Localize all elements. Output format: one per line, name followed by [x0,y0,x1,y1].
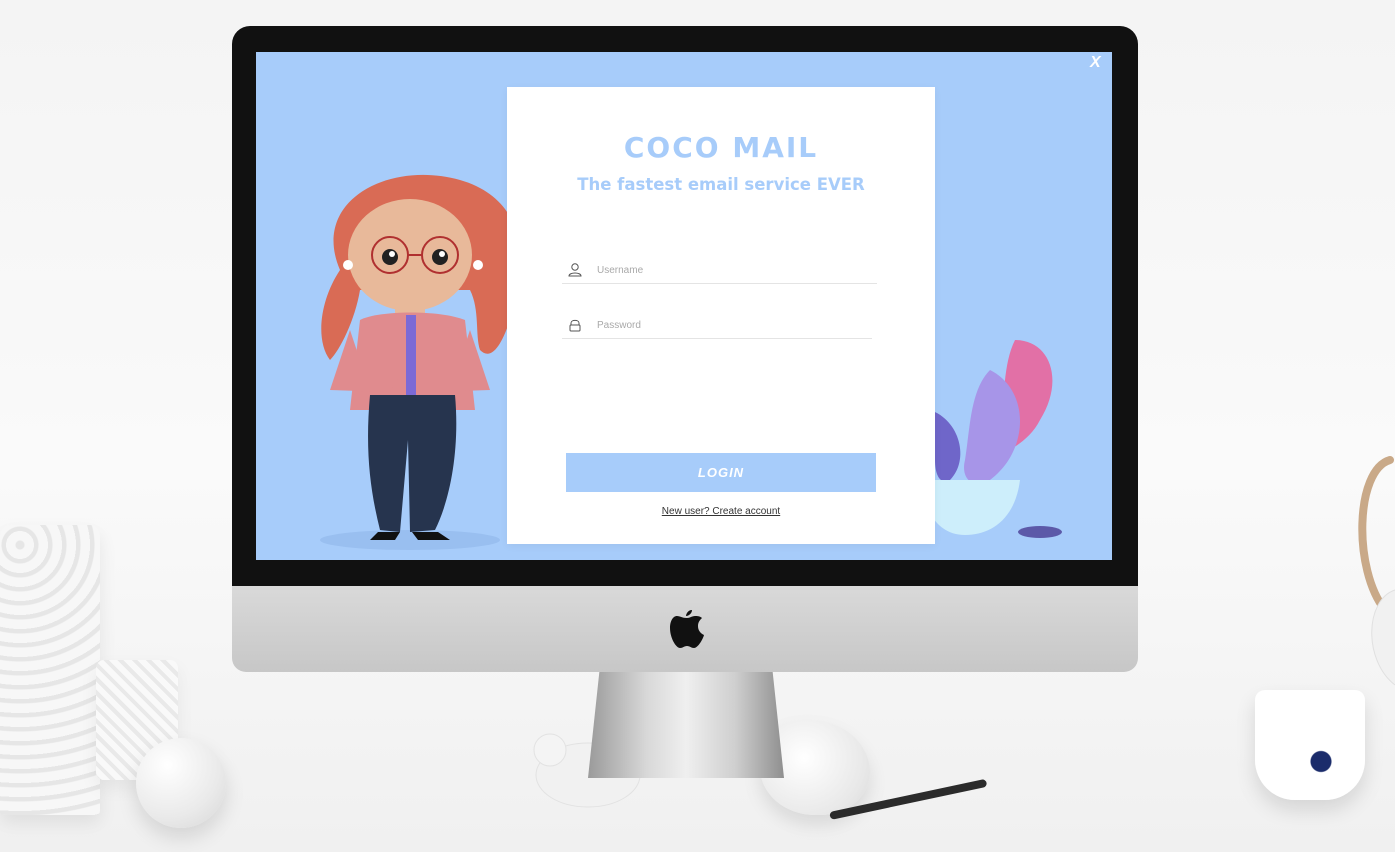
username-input[interactable] [597,264,857,276]
app-brand: COCO MAIL [623,131,819,164]
desk-lamp [0,525,100,815]
login-button[interactable]: LOGIN [566,453,876,492]
tea-cup [1255,690,1365,800]
password-input[interactable] [597,319,857,331]
login-card: COCO MAIL The fastest email service EVER… [507,87,935,544]
create-account-link[interactable]: New user? Create account [507,506,935,517]
password-field [562,312,872,339]
kettle-handle [1358,456,1395,686]
app-tagline: The fastest email service EVER [577,175,865,194]
plant-illustration [920,340,1062,538]
woman-illustration [320,174,522,550]
lock-icon [569,319,581,332]
monitor-stand [588,668,784,778]
close-button[interactable]: X [1090,54,1101,72]
username-field [562,257,877,284]
apple-logo-icon [670,610,704,648]
user-icon [568,263,582,277]
decorative-ball [136,738,226,828]
